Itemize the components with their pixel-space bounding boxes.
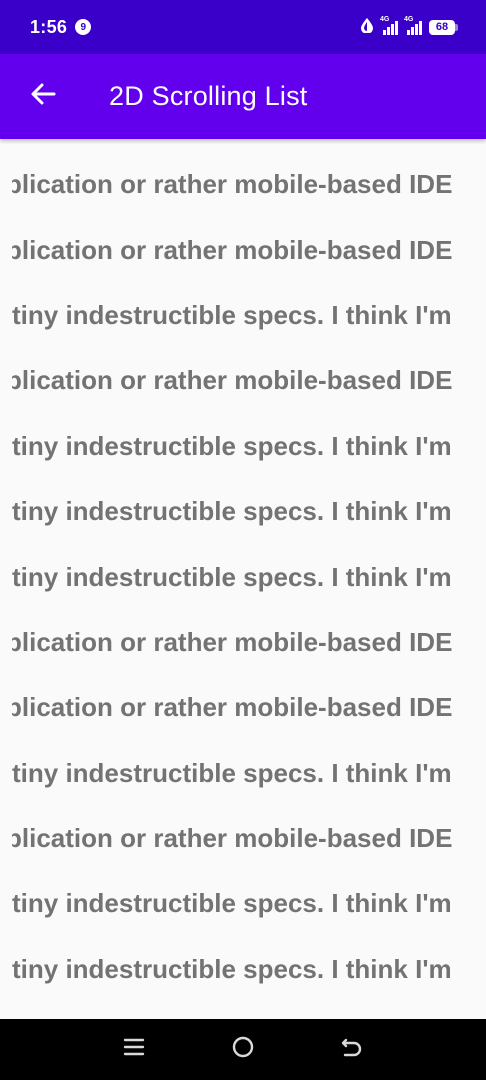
menu-icon <box>123 1037 145 1062</box>
signal-strength-icon-2: 4G <box>404 16 422 35</box>
list-item: tiny indestructible specs. I think I'm <box>12 871 474 936</box>
status-right: 4G 4G 68 <box>360 16 458 38</box>
system-back-button[interactable] <box>332 1030 372 1070</box>
list-item: tiny indestructible specs. I think I'm <box>12 479 474 544</box>
home-circle-icon <box>231 1035 255 1064</box>
system-navigation-bar <box>0 1019 486 1080</box>
list-item-text: tiny indestructible specs. I think I'm <box>12 496 452 527</box>
list-item-text: tiny indestructible specs. I think I'm <box>12 757 452 788</box>
list-item: plication or rather mobile-based IDE <box>12 217 474 282</box>
list-item: tiny indestructible specs. I think I'm <box>12 741 474 806</box>
list-item: plication or rather mobile-based IDE <box>12 806 474 871</box>
list-item-text: tiny indestructible specs. I think I'm <box>12 561 452 592</box>
list-item: tiny indestructible specs. I think I'm <box>12 283 474 348</box>
notification-count-badge: 9 <box>75 19 92 35</box>
list-item-text: plication or rather mobile-based IDE <box>12 626 453 657</box>
signal-label: 4G <box>380 16 390 23</box>
list-item-text: plication or rather mobile-based IDE <box>12 823 453 854</box>
signal-strength-icon: 4G <box>380 16 398 35</box>
list-item: tiny indestructible specs. I think I'm <box>12 544 474 609</box>
list-item-text: tiny indestructible specs. I think I'm <box>12 299 452 330</box>
arrow-left-icon <box>30 83 56 110</box>
page-title: 2D Scrolling List <box>109 81 308 111</box>
signal-label-2: 4G <box>404 16 414 23</box>
battery-icon: 68 <box>429 19 458 35</box>
list-item-text: plication or rather mobile-based IDE <box>12 234 453 265</box>
list-item: plication or rather mobile-based IDE <box>12 348 474 413</box>
home-button[interactable] <box>223 1030 263 1070</box>
list-item-text: tiny indestructible specs. I think I'm <box>12 888 452 919</box>
status-bar: 1:56 9 4G 4G 68 <box>0 0 486 54</box>
list-item-text: tiny indestructible specs. I think I'm <box>12 953 452 984</box>
scrolling-list[interactable]: plication or rather mobile-based IDE pli… <box>12 152 474 1020</box>
status-time: 1:56 <box>30 16 68 37</box>
battery-level: 68 <box>429 19 455 35</box>
status-left: 1:56 9 <box>30 16 92 38</box>
back-return-icon <box>340 1036 364 1063</box>
list-item-text: tiny indestructible specs. I think I'm <box>12 430 452 461</box>
list-item-text: plication or rather mobile-based IDE <box>12 169 453 200</box>
list-item: plication or rather mobile-based IDE <box>12 675 474 740</box>
list-item: plication or rather mobile-based IDE <box>12 152 474 217</box>
list-item: tiny indestructible specs. I think I'm <box>12 937 474 1002</box>
data-saver-drop-icon <box>360 17 374 38</box>
list-item-text: plication or rather mobile-based IDE <box>12 365 453 396</box>
back-button[interactable] <box>19 73 67 121</box>
app-bar: 2D Scrolling List <box>0 54 486 139</box>
list-item: tiny indestructible specs. I think I'm <box>12 414 474 479</box>
recent-apps-button[interactable] <box>114 1030 154 1070</box>
list-item: plication or rather mobile-based IDE <box>12 610 474 675</box>
list-item-text: plication or rather mobile-based IDE <box>12 692 453 723</box>
